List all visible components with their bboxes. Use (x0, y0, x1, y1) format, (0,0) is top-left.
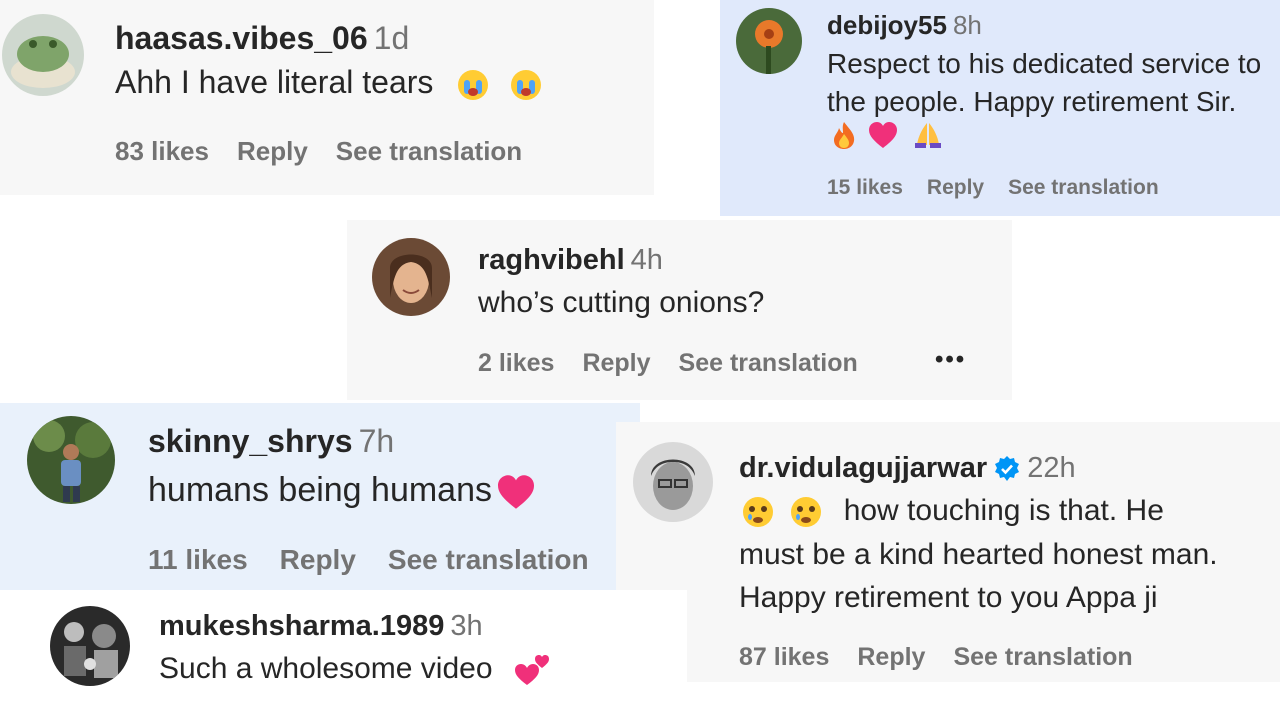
comment-text-line: the people. Happy retirement Sir. (827, 86, 1237, 117)
reply-button[interactable]: Reply (280, 544, 356, 575)
comment-card: mukeshsharma.1989 3h Such a wholesome vid… (25, 590, 687, 720)
comment-card: haasas.vibes_06 1d Ahh I have literal tea… (0, 0, 654, 195)
comment-text-content: Such a wholesome video (159, 652, 493, 685)
comment-text-content: Ahh I have literal tears (115, 64, 434, 100)
username-link[interactable]: debijoy55 (827, 10, 947, 40)
user-avatar[interactable] (2, 14, 84, 96)
comment-text-content: how touching is that. He (843, 494, 1164, 527)
comment-card: skinny_shrys 7h humans being humans 11 li… (0, 403, 640, 590)
comment-text-line: Respect to his dedicated service to (827, 48, 1262, 79)
comment-actions: 87 likes Reply See translation (739, 643, 1161, 672)
user-avatar[interactable] (27, 416, 115, 504)
comment-time: 3h (450, 610, 483, 642)
likes-count[interactable]: 2 likes (478, 349, 554, 377)
comment-text: Such a wholesome video (159, 652, 553, 687)
see-translation-link[interactable]: See translation (679, 349, 858, 377)
folded-hands-icon (914, 123, 941, 148)
username-link[interactable]: mukeshsharma.1989 (159, 610, 444, 642)
comment-actions: 83 likes Reply See translation (115, 136, 550, 167)
crying-face-icon (511, 69, 542, 100)
comment-time: 8h (952, 10, 982, 40)
reply-button[interactable]: Reply (582, 349, 650, 377)
heart-icon (869, 122, 898, 148)
likes-count[interactable]: 83 likes (115, 136, 209, 166)
comment-username[interactable]: raghvibehl 4h (478, 244, 663, 277)
user-avatar[interactable] (50, 606, 130, 686)
username-link[interactable]: haasas.vibes_06 (115, 20, 368, 56)
comment-text-line: must be a kind hearted honest man. (739, 538, 1218, 571)
comment-username[interactable]: dr.vidulagujjarwar 22h (739, 452, 1076, 485)
comment-actions: 15 likes Reply See translation (827, 176, 1187, 200)
two-hearts-icon (514, 655, 549, 686)
see-translation-link[interactable]: See translation (1008, 176, 1159, 199)
user-avatar[interactable] (633, 442, 713, 522)
comment-username[interactable]: skinny_shrys 7h (148, 423, 394, 460)
likes-count[interactable]: 15 likes (827, 176, 903, 199)
sad-face-icon (743, 497, 773, 528)
comment-time: 1d (373, 20, 410, 56)
comment-actions: 11 likes Reply See translation (148, 544, 617, 576)
comment-text-line: how touching is that. He (741, 494, 1164, 529)
comment-emoji-line (830, 120, 943, 150)
comment-text: who’s cutting onions? (478, 286, 765, 319)
comment-text-line: Happy retirement to you Appa ji (739, 581, 1158, 614)
reply-button[interactable]: Reply (237, 136, 308, 166)
see-translation-link[interactable]: See translation (953, 643, 1132, 671)
more-options-button[interactable]: ••• (935, 346, 966, 374)
comment-username[interactable]: mukeshsharma.1989 3h (159, 610, 483, 643)
reply-button[interactable]: Reply (857, 643, 925, 671)
comment-username[interactable]: debijoy55 8h (827, 10, 982, 41)
reply-button[interactable]: Reply (927, 176, 984, 199)
comment-text: Ahh I have literal tears (115, 64, 543, 102)
see-translation-link[interactable]: See translation (388, 544, 589, 575)
username-link[interactable]: dr.vidulagujjarwar (739, 452, 987, 484)
fire-icon (834, 122, 855, 149)
comment-time: 4h (630, 244, 663, 276)
see-translation-link[interactable]: See translation (336, 136, 522, 166)
username-link[interactable]: raghvibehl (478, 244, 625, 276)
comment-text-content: humans being humans (148, 471, 493, 509)
verified-badge-icon (995, 456, 1020, 482)
likes-count[interactable]: 11 likes (148, 544, 248, 575)
comment-time: 7h (358, 423, 395, 459)
likes-count[interactable]: 87 likes (739, 643, 829, 671)
comment-actions: 2 likes Reply See translation (478, 349, 886, 378)
comment-card: raghvibehl 4h who’s cutting onions? 2 lik… (347, 220, 1012, 400)
crying-face-icon (458, 69, 489, 100)
comment-time: 22h (1027, 452, 1076, 484)
comment-text: humans being humans (148, 471, 536, 510)
comment-card: debijoy55 8h Respect to his dedicated ser… (720, 0, 1280, 216)
user-avatar[interactable] (372, 238, 450, 316)
sad-face-icon (791, 497, 822, 528)
comment-username[interactable]: haasas.vibes_06 1d (115, 20, 409, 57)
heart-icon (498, 475, 535, 509)
username-link[interactable]: skinny_shrys (148, 423, 353, 459)
user-avatar[interactable] (736, 8, 802, 74)
comment-card: dr.vidulagujjarwar 22h how touching is th… (616, 422, 1280, 682)
